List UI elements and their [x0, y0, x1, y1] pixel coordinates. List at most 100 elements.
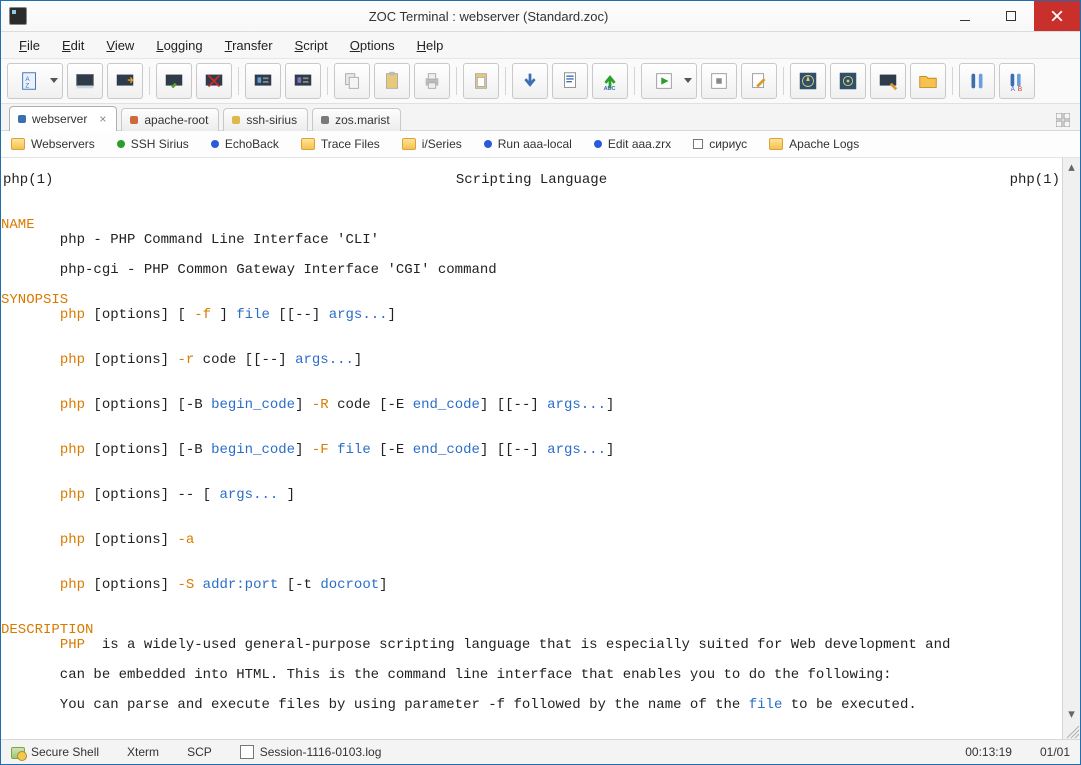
toolbar-sep	[149, 67, 150, 95]
tab-color-icon	[130, 116, 138, 124]
term-line: php - PHP Command Line Interface 'CLI'	[1, 232, 379, 248]
scrollbar[interactable]: ▴ ▾	[1062, 158, 1080, 739]
tool-profile2[interactable]	[285, 63, 321, 99]
quick-ssh-sirius[interactable]: SSH Sirius	[117, 137, 189, 151]
tabstrip: webserver × apache-root ssh-sirius zos.m…	[1, 104, 1080, 131]
close-button[interactable]	[1034, 1, 1080, 31]
terminal-next-icon	[114, 70, 136, 92]
compass-icon	[797, 70, 819, 92]
connect-icon	[163, 70, 185, 92]
menu-script[interactable]: Script	[285, 35, 338, 56]
tool-profile1[interactable]	[245, 63, 281, 99]
tool-run[interactable]	[641, 63, 697, 99]
tool-stop[interactable]	[701, 63, 737, 99]
status-logfile[interactable]: Session-1116-0103.log	[240, 745, 382, 760]
tab-zos-marist[interactable]: zos.marist	[312, 108, 401, 131]
tool-tubes2[interactable]: AB	[999, 63, 1035, 99]
status-emulation: Xterm	[127, 745, 159, 759]
terminal[interactable]: php(1)Scripting Languagephp(1) NAME php …	[1, 158, 1062, 739]
tool-tubes1[interactable]	[959, 63, 995, 99]
square-icon	[693, 139, 703, 149]
menu-edit[interactable]: Edit	[52, 35, 94, 56]
size-grip-icon[interactable]	[1063, 722, 1080, 739]
quick-apache-logs[interactable]: Apache Logs	[769, 137, 859, 151]
term-line	[1, 277, 9, 293]
section-name: NAME	[1, 217, 35, 233]
tool-print[interactable]	[414, 63, 450, 99]
tool-opt1[interactable]	[790, 63, 826, 99]
paste-icon	[381, 70, 403, 92]
tool-termopt[interactable]	[870, 63, 906, 99]
dot-icon	[211, 140, 219, 148]
tool-disconnect[interactable]	[196, 63, 232, 99]
status-page: 01/01	[1040, 745, 1070, 759]
tab-label: ssh-sirius	[246, 113, 297, 127]
window-controls	[942, 1, 1080, 31]
checkbox-icon[interactable]	[240, 745, 254, 759]
term-line	[1, 607, 9, 623]
tab-color-icon	[18, 115, 26, 123]
disconnect-icon	[203, 70, 225, 92]
toolbar-sep	[952, 67, 953, 95]
quick-edit-aaa-zrx[interactable]: Edit aaa.zrx	[594, 137, 671, 151]
download-icon	[519, 70, 541, 92]
tab-label: webserver	[32, 112, 87, 126]
maximize-button[interactable]	[988, 1, 1034, 31]
term-line	[1, 562, 9, 578]
tool-paste[interactable]	[374, 63, 410, 99]
term-line	[1, 202, 9, 218]
tool-clipdoc[interactable]	[463, 63, 499, 99]
quick-sirius-cyrillic[interactable]: сириус	[693, 137, 747, 151]
tool-quick2[interactable]	[107, 63, 143, 99]
quick-iseries[interactable]: i/Series	[402, 137, 462, 151]
term-header-left: php(1)	[3, 173, 53, 188]
quick-echoback[interactable]: EchoBack	[211, 137, 279, 151]
tool-quick1[interactable]	[67, 63, 103, 99]
tab-grid-icon[interactable]	[1056, 113, 1070, 130]
toolbar-sep	[327, 67, 328, 95]
svg-text:Z: Z	[25, 82, 29, 89]
tool-editscript[interactable]	[741, 63, 777, 99]
term-line: php [options] [ -f ] file [[--] args...]	[1, 308, 1062, 323]
term-header-center: Scripting Language	[456, 173, 607, 188]
minimize-button[interactable]	[942, 1, 988, 31]
menu-help[interactable]: Help	[407, 35, 454, 56]
tab-ssh-sirius[interactable]: ssh-sirius	[223, 108, 308, 131]
menu-file[interactable]: File	[9, 35, 50, 56]
tubes-icon	[966, 70, 988, 92]
menubar: File Edit View Logging Transfer Script O…	[1, 32, 1080, 59]
window-title: ZOC Terminal : webserver (Standard.zoc)	[35, 9, 942, 24]
menu-logging[interactable]: Logging	[146, 35, 212, 56]
statusbar: Secure Shell Xterm SCP Session-1116-0103…	[1, 739, 1080, 764]
titlebar: ZOC Terminal : webserver (Standard.zoc)	[1, 1, 1080, 32]
menu-transfer[interactable]: Transfer	[215, 35, 283, 56]
tool-doc[interactable]	[552, 63, 588, 99]
book-icon: AZ	[19, 70, 41, 92]
tab-close-icon[interactable]: ×	[99, 113, 106, 125]
scroll-track[interactable]	[1063, 175, 1080, 705]
tool-connect[interactable]	[156, 63, 192, 99]
tool-hostdir[interactable]: AZ	[7, 63, 63, 99]
term-line	[1, 337, 9, 353]
quick-run-aaa-local[interactable]: Run aaa-local	[484, 137, 572, 151]
term-line: can be embedded into HTML. This is the c…	[1, 667, 892, 683]
quick-label: Run aaa-local	[498, 137, 572, 151]
scroll-up-icon[interactable]: ▴	[1063, 158, 1080, 175]
scroll-down-icon[interactable]: ▾	[1063, 705, 1080, 722]
quick-tracefiles[interactable]: Trace Files	[301, 137, 380, 151]
tab-apache-root[interactable]: apache-root	[121, 108, 219, 131]
tool-opt2[interactable]	[830, 63, 866, 99]
copy-icon	[341, 70, 363, 92]
tab-webserver[interactable]: webserver ×	[9, 106, 117, 131]
menu-view[interactable]: View	[96, 35, 144, 56]
quick-label: SSH Sirius	[131, 137, 189, 151]
tool-upload[interactable]: ABC	[592, 63, 628, 99]
tool-copy[interactable]	[334, 63, 370, 99]
svg-text:A: A	[1011, 86, 1016, 92]
toolbar-sep	[456, 67, 457, 95]
tool-download[interactable]	[512, 63, 548, 99]
tool-openfolder[interactable]	[910, 63, 946, 99]
term-line: You can parse and execute files by using…	[1, 698, 1062, 713]
quick-webservers[interactable]: Webservers	[11, 137, 95, 151]
menu-options[interactable]: Options	[340, 35, 405, 56]
